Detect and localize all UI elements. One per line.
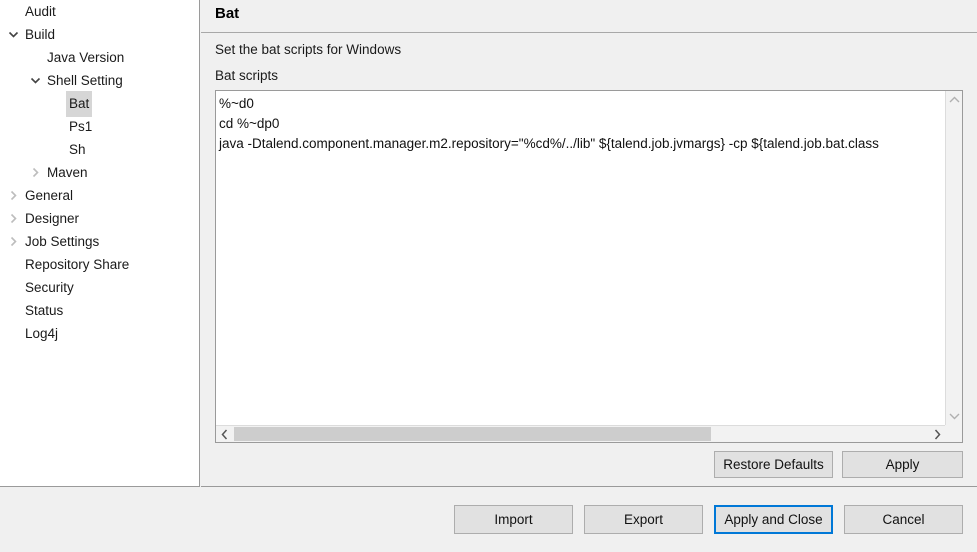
chevron-right-icon[interactable] [4, 213, 22, 224]
page-title: Bat [215, 5, 239, 22]
bat-scripts-textarea[interactable]: %~d0cd %~dp0java -Dtalend.component.mana… [216, 91, 944, 424]
tree-item-general[interactable]: General [0, 184, 199, 207]
cancel-button[interactable]: Cancel [844, 505, 963, 534]
script-line: %~d0 [219, 94, 944, 114]
apply-button[interactable]: Apply [842, 451, 963, 478]
tree-item-label: Log4j [22, 321, 61, 347]
tree-item-security[interactable]: Security [0, 276, 199, 299]
script-line: cd %~dp0 [219, 114, 944, 134]
tree-item-java-version[interactable]: Java Version [0, 46, 199, 69]
scroll-left-icon[interactable] [216, 426, 232, 442]
scroll-down-icon[interactable] [946, 408, 962, 425]
preferences-dialog: AuditBuildJava VersionShell SettingBatPs… [0, 0, 977, 552]
restore-defaults-button[interactable]: Restore Defaults [714, 451, 833, 478]
horizontal-scroll-thumb[interactable] [234, 427, 711, 441]
tree-item-designer[interactable]: Designer [0, 207, 199, 230]
bat-scripts-label: Bat scripts [215, 68, 278, 83]
export-button[interactable]: Export [584, 505, 703, 534]
chevron-right-icon[interactable] [4, 190, 22, 201]
tree-item-audit[interactable]: Audit [0, 0, 199, 23]
tree-item-log4j[interactable]: Log4j [0, 322, 199, 345]
preferences-tree[interactable]: AuditBuildJava VersionShell SettingBatPs… [0, 0, 200, 487]
scroll-right-icon[interactable] [929, 426, 945, 442]
tree-item-bat[interactable]: Bat [0, 92, 199, 115]
preference-page-panel: Bat Set the bat scripts for Windows Bat … [201, 0, 977, 487]
chevron-down-icon[interactable] [4, 31, 22, 38]
tree-item-build[interactable]: Build [0, 23, 199, 46]
dialog-button-bar: Import Export Apply and Close Cancel [0, 488, 977, 552]
tree-item-sh[interactable]: Sh [0, 138, 199, 161]
tree-item-job-settings[interactable]: Job Settings [0, 230, 199, 253]
title-divider [201, 32, 977, 33]
apply-and-close-button[interactable]: Apply and Close [714, 505, 833, 534]
tree-item-maven[interactable]: Maven [0, 161, 199, 184]
chevron-right-icon[interactable] [26, 167, 44, 178]
editor-horizontal-scrollbar[interactable] [216, 425, 945, 442]
chevron-right-icon[interactable] [4, 236, 22, 247]
tree-item-status[interactable]: Status [0, 299, 199, 322]
bat-scripts-editor[interactable]: %~d0cd %~dp0java -Dtalend.component.mana… [215, 90, 963, 443]
scrollbar-corner [945, 425, 962, 442]
editor-vertical-scrollbar[interactable] [945, 91, 962, 425]
script-line: java -Dtalend.component.manager.m2.repos… [219, 134, 944, 154]
scroll-up-icon[interactable] [946, 91, 962, 108]
tree-item-shell-setting[interactable]: Shell Setting [0, 69, 199, 92]
tree-item-ps1[interactable]: Ps1 [0, 115, 199, 138]
chevron-down-icon[interactable] [26, 77, 44, 84]
tree-item-repository-share[interactable]: Repository Share [0, 253, 199, 276]
page-description: Set the bat scripts for Windows [215, 42, 401, 57]
import-button[interactable]: Import [454, 505, 573, 534]
